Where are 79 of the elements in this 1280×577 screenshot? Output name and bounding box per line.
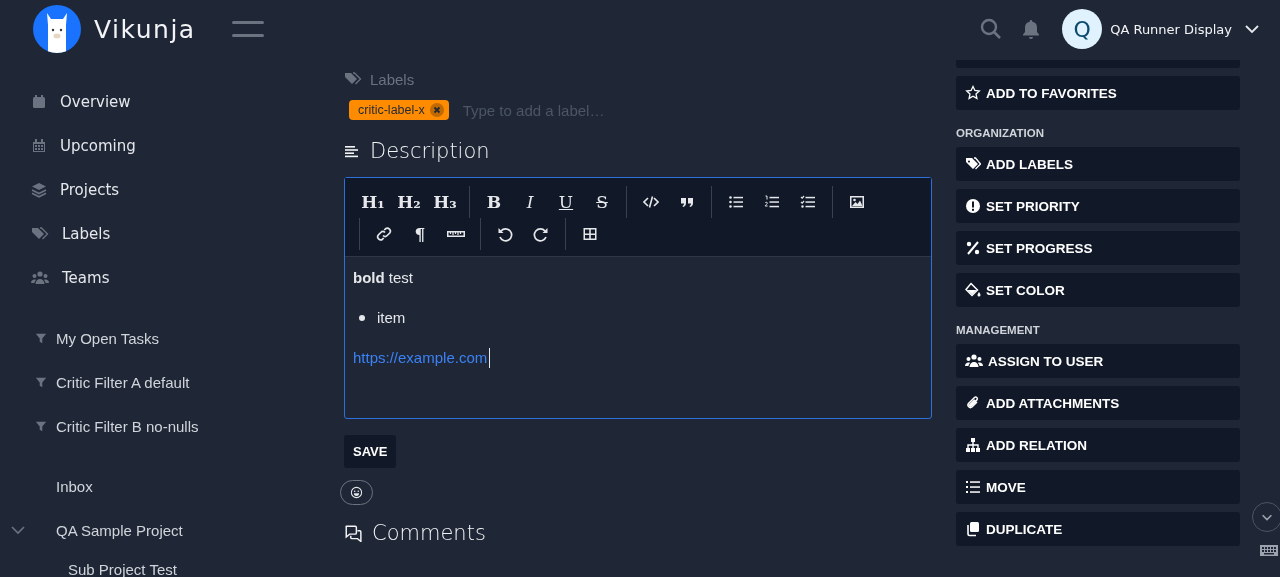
- keyboard-icon: [1260, 544, 1278, 557]
- filter-icon: [35, 375, 47, 389]
- tags-icon: [344, 71, 362, 87]
- menu-icon[interactable]: [231, 21, 264, 37]
- star-icon: [965, 85, 981, 101]
- labels-heading: Labels: [370, 70, 415, 88]
- filter-icon: [35, 419, 47, 433]
- paperclip-icon: [965, 395, 981, 411]
- sidebar-item[interactable]: Labels: [0, 212, 300, 256]
- action-button[interactable]: SET PRIORITY: [956, 189, 1240, 223]
- layers-icon: [31, 182, 47, 198]
- app-name: Vikunja: [94, 14, 196, 44]
- saved-filter-item[interactable]: Critic Filter A default: [0, 360, 300, 404]
- label-tag: critic-label-x: [349, 100, 449, 120]
- filter-icon: [35, 331, 47, 345]
- paint-bucket-icon: [965, 282, 981, 298]
- users-icon: [31, 270, 49, 286]
- list-item: item: [377, 308, 406, 328]
- format-button[interactable]: I: [512, 187, 548, 217]
- calendar-icon: [31, 138, 47, 154]
- action-button[interactable]: ADD LABELS: [956, 147, 1240, 181]
- image-icon: [849, 194, 865, 210]
- format-button[interactable]: H₂: [391, 187, 427, 217]
- bullet-icon: [359, 315, 365, 321]
- project-item[interactable]: Sub Project Test: [56, 560, 177, 577]
- percent-icon: [965, 240, 981, 256]
- action-button[interactable]: ADD RELATION: [956, 428, 1240, 462]
- bullet-list-icon: [728, 194, 744, 210]
- description-editor[interactable]: H₁ H₂ H₃ B I U S ¶ bold test item https://example.com: [344, 177, 932, 419]
- smiley-icon: [350, 486, 363, 499]
- description-heading: Description: [370, 139, 490, 163]
- tags-icon: [31, 226, 49, 242]
- tags-icon: [965, 156, 981, 172]
- paragraph: bold test: [353, 268, 414, 288]
- section-heading: MANAGEMENT: [956, 324, 1041, 336]
- save-button[interactable]: SAVE: [344, 435, 397, 468]
- users-icon: [965, 353, 983, 369]
- format-button[interactable]: ¶: [402, 219, 438, 249]
- checklist-icon: [800, 194, 816, 210]
- saved-filter-item[interactable]: Critic Filter B no-nulls: [0, 404, 300, 448]
- link-icon: [376, 226, 392, 242]
- list-icon: [965, 479, 981, 495]
- section-heading: ORGANIZATION: [956, 127, 1045, 139]
- format-button[interactable]: B: [476, 187, 512, 217]
- action-button[interactable]: ASSIGN TO USER: [956, 344, 1240, 378]
- exclamation-icon: [965, 198, 981, 214]
- table-icon: [582, 226, 598, 242]
- format-button[interactable]: S: [584, 187, 620, 217]
- undo-icon: [497, 226, 513, 242]
- project-item[interactable]: Inbox: [56, 477, 93, 495]
- sidebar-item[interactable]: Upcoming: [0, 124, 300, 168]
- action-button[interactable]: MOVE: [956, 470, 1240, 504]
- copy-icon: [965, 521, 981, 537]
- sidebar-item[interactable]: Teams: [0, 256, 300, 300]
- action-button[interactable]: SET COLOR: [956, 273, 1240, 307]
- action-button[interactable]: ADD TO FAVORITES: [956, 76, 1240, 110]
- sidebar-item[interactable]: Overview: [0, 80, 300, 124]
- format-button[interactable]: H₃: [427, 187, 463, 217]
- user-name[interactable]: QA Runner Display: [1110, 21, 1232, 37]
- action-button[interactable]: DUPLICATE: [956, 512, 1240, 546]
- calendar-icon: [31, 94, 47, 110]
- code-icon: [643, 194, 659, 210]
- format-button[interactable]: U: [548, 187, 584, 217]
- llama-logo-icon: [33, 5, 81, 53]
- align-left-icon: [344, 143, 360, 159]
- hierarchy-icon: [965, 437, 981, 453]
- numbered-list-icon: [764, 194, 780, 210]
- chat-bubbles-icon: [344, 524, 362, 542]
- format-button[interactable]: H₁: [355, 187, 391, 217]
- saved-filter-item[interactable]: My Open Tasks: [0, 316, 300, 360]
- project-item[interactable]: QA Sample Project: [56, 521, 183, 539]
- user-avatar[interactable]: Q: [1062, 9, 1103, 49]
- action-button[interactable]: ADD ATTACHMENTS: [956, 386, 1240, 420]
- action-button[interactable]: SET PROGRESS: [956, 231, 1240, 265]
- link[interactable]: https://example.com: [353, 347, 488, 369]
- redo-icon: [533, 226, 549, 242]
- sidebar-item[interactable]: Projects: [0, 168, 300, 212]
- remove-button[interactable]: [429, 103, 444, 117]
- comments-heading: Comments: [372, 521, 486, 545]
